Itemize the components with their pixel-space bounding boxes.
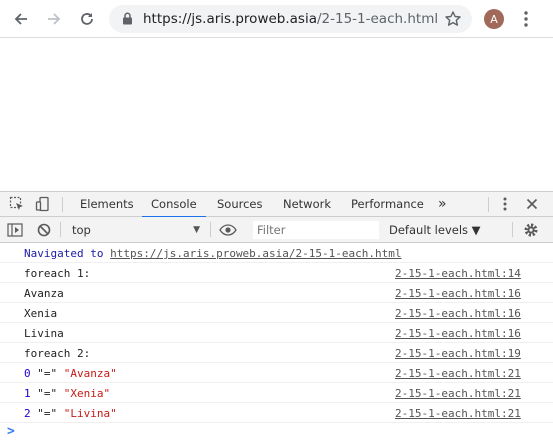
- message-text: foreach 1:: [24, 267, 91, 280]
- context-selector[interactable]: top ▼: [64, 221, 204, 239]
- source-link[interactable]: 2-15-1-each.html:21: [395, 387, 521, 400]
- log-levels-dropdown[interactable]: Default levels ▼: [389, 221, 481, 239]
- source-link[interactable]: 2-15-1-each.html:16: [395, 287, 521, 300]
- back-arrow-icon[interactable]: [9, 7, 33, 31]
- string-value: "Xenia": [63, 387, 111, 400]
- tab-network[interactable]: Network: [283, 192, 331, 217]
- index-value: 0: [24, 367, 31, 380]
- bookmark-star-icon[interactable]: [444, 10, 462, 31]
- separator-string: "=": [37, 387, 58, 400]
- sidebar-toggle-icon[interactable]: [6, 221, 24, 239]
- close-icon[interactable]: [523, 195, 541, 213]
- console-message: foreach 1: 2-15-1-each.html:14: [0, 263, 553, 283]
- reload-icon[interactable]: [75, 7, 99, 31]
- source-link[interactable]: 2-15-1-each.html:21: [395, 407, 521, 420]
- divider: [62, 197, 63, 212]
- console-toolbar: top ▼ Default levels ▼: [0, 217, 553, 243]
- string-value: "Avanza": [63, 367, 117, 380]
- message-text: Livina: [24, 327, 64, 340]
- divider: [488, 197, 489, 212]
- inspect-element-icon[interactable]: [8, 195, 26, 213]
- more-tabs-button[interactable]: »: [438, 192, 447, 217]
- console-message-navigated: Navigated to https://js.aris.proweb.asia…: [0, 243, 553, 263]
- lock-icon[interactable]: [122, 12, 133, 28]
- browser-toolbar: https://js.aris.proweb.asia/2-15-1-each.…: [0, 0, 553, 38]
- index-value: 2: [24, 407, 31, 420]
- divider: [512, 222, 513, 237]
- avatar-letter: A: [490, 12, 498, 26]
- source-link[interactable]: 2-15-1-each.html:19: [395, 347, 521, 360]
- console-message: Livina 2-15-1-each.html:16: [0, 323, 553, 343]
- index-value: 1: [24, 387, 31, 400]
- console-output: Navigated to https://js.aris.proweb.asia…: [0, 243, 553, 444]
- prompt-caret-icon: >: [7, 424, 15, 439]
- string-value: "Livina": [63, 407, 117, 420]
- tab-console[interactable]: Console: [142, 192, 206, 218]
- message-text: 2 "=" "Livina": [24, 407, 117, 420]
- browser-menu-icon[interactable]: [516, 7, 536, 31]
- profile-avatar[interactable]: A: [484, 9, 504, 29]
- tab-sources[interactable]: Sources: [217, 192, 263, 217]
- console-filter-input[interactable]: [253, 221, 379, 239]
- address-bar[interactable]: https://js.aris.proweb.asia/2-15-1-each.…: [109, 5, 472, 33]
- navigated-prefix: Navigated to: [24, 247, 104, 260]
- devtools-menu-icon[interactable]: [496, 195, 514, 213]
- divider: [210, 222, 211, 237]
- eye-icon[interactable]: [219, 221, 237, 239]
- console-message: 2 "=" "Livina" 2-15-1-each.html:21: [0, 403, 553, 423]
- context-value: top: [72, 223, 91, 237]
- console-prompt[interactable]: >: [0, 423, 553, 443]
- source-link[interactable]: 2-15-1-each.html:16: [395, 307, 521, 320]
- tab-elements[interactable]: Elements: [80, 192, 134, 217]
- clear-console-icon[interactable]: [35, 221, 53, 239]
- source-link[interactable]: 2-15-1-each.html:14: [395, 267, 521, 280]
- url-host: https://js.aris.proweb.asia: [143, 11, 317, 27]
- message-text: Xenia: [24, 307, 58, 320]
- message-text: 1 "=" "Xenia": [24, 387, 110, 400]
- url-text: https://js.aris.proweb.asia/2-15-1-each.…: [143, 11, 438, 27]
- separator-string: "=": [37, 367, 58, 380]
- device-toolbar-icon[interactable]: [34, 195, 52, 213]
- console-message: foreach 2: 2-15-1-each.html:19: [0, 343, 553, 363]
- url-path: /2-15-1-each.html: [316, 11, 439, 27]
- source-link[interactable]: 2-15-1-each.html:16: [395, 327, 521, 340]
- console-message: Avanza 2-15-1-each.html:16: [0, 283, 553, 303]
- navigated-text: Navigated to https://js.aris.proweb.asia…: [24, 247, 402, 260]
- source-link[interactable]: 2-15-1-each.html:21: [395, 367, 521, 380]
- message-text: foreach 2:: [24, 347, 91, 360]
- message-text: 0 "=" "Avanza": [24, 367, 117, 380]
- forward-arrow-icon[interactable]: [42, 7, 66, 31]
- gear-icon[interactable]: [522, 221, 540, 239]
- console-message: Xenia 2-15-1-each.html:16: [0, 303, 553, 323]
- dropdown-arrow-icon: ▼: [193, 225, 200, 235]
- devtools-panel: Elements Console Sources Network Perform…: [0, 191, 553, 444]
- separator-string: "=": [37, 407, 58, 420]
- tab-performance[interactable]: Performance: [351, 192, 424, 217]
- console-message: 1 "=" "Xenia" 2-15-1-each.html:21: [0, 383, 553, 403]
- devtools-tabbar: Elements Console Sources Network Perform…: [0, 192, 553, 218]
- divider: [60, 222, 61, 237]
- console-message: 0 "=" "Avanza" 2-15-1-each.html:21: [0, 363, 553, 383]
- navigated-url-link[interactable]: https://js.aris.proweb.asia/2-15-1-each.…: [110, 247, 401, 260]
- message-text: Avanza: [24, 287, 64, 300]
- page-viewport: [0, 38, 553, 191]
